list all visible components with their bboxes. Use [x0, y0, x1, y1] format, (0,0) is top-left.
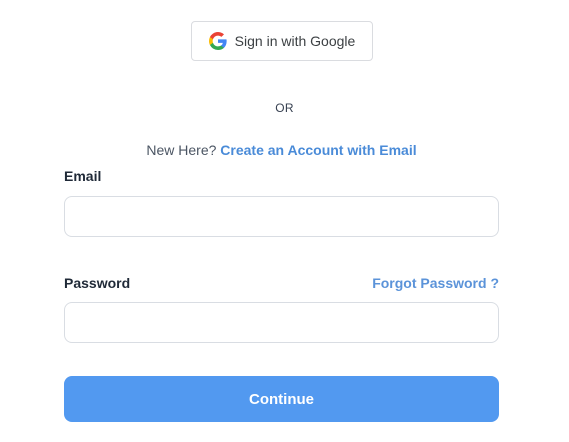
- google-signin-label: Sign in with Google: [234, 33, 356, 49]
- signup-prompt: New Here? Create an Account with Email: [0, 142, 563, 158]
- forgot-password-link[interactable]: Forgot Password ?: [372, 275, 499, 291]
- password-input[interactable]: [64, 302, 499, 343]
- signup-prompt-text: New Here?: [146, 142, 217, 158]
- email-label: Email: [64, 168, 102, 184]
- google-g-icon: [208, 32, 227, 50]
- or-divider: OR: [275, 101, 294, 115]
- continue-button[interactable]: Continue: [64, 376, 499, 422]
- create-account-link[interactable]: Create an Account with Email: [220, 142, 416, 158]
- google-signin-button[interactable]: Sign in with Google: [191, 21, 373, 61]
- email-input[interactable]: [64, 196, 499, 237]
- password-label: Password: [64, 275, 131, 291]
- login-page: Sign in with Google OR New Here? Create …: [0, 0, 569, 442]
